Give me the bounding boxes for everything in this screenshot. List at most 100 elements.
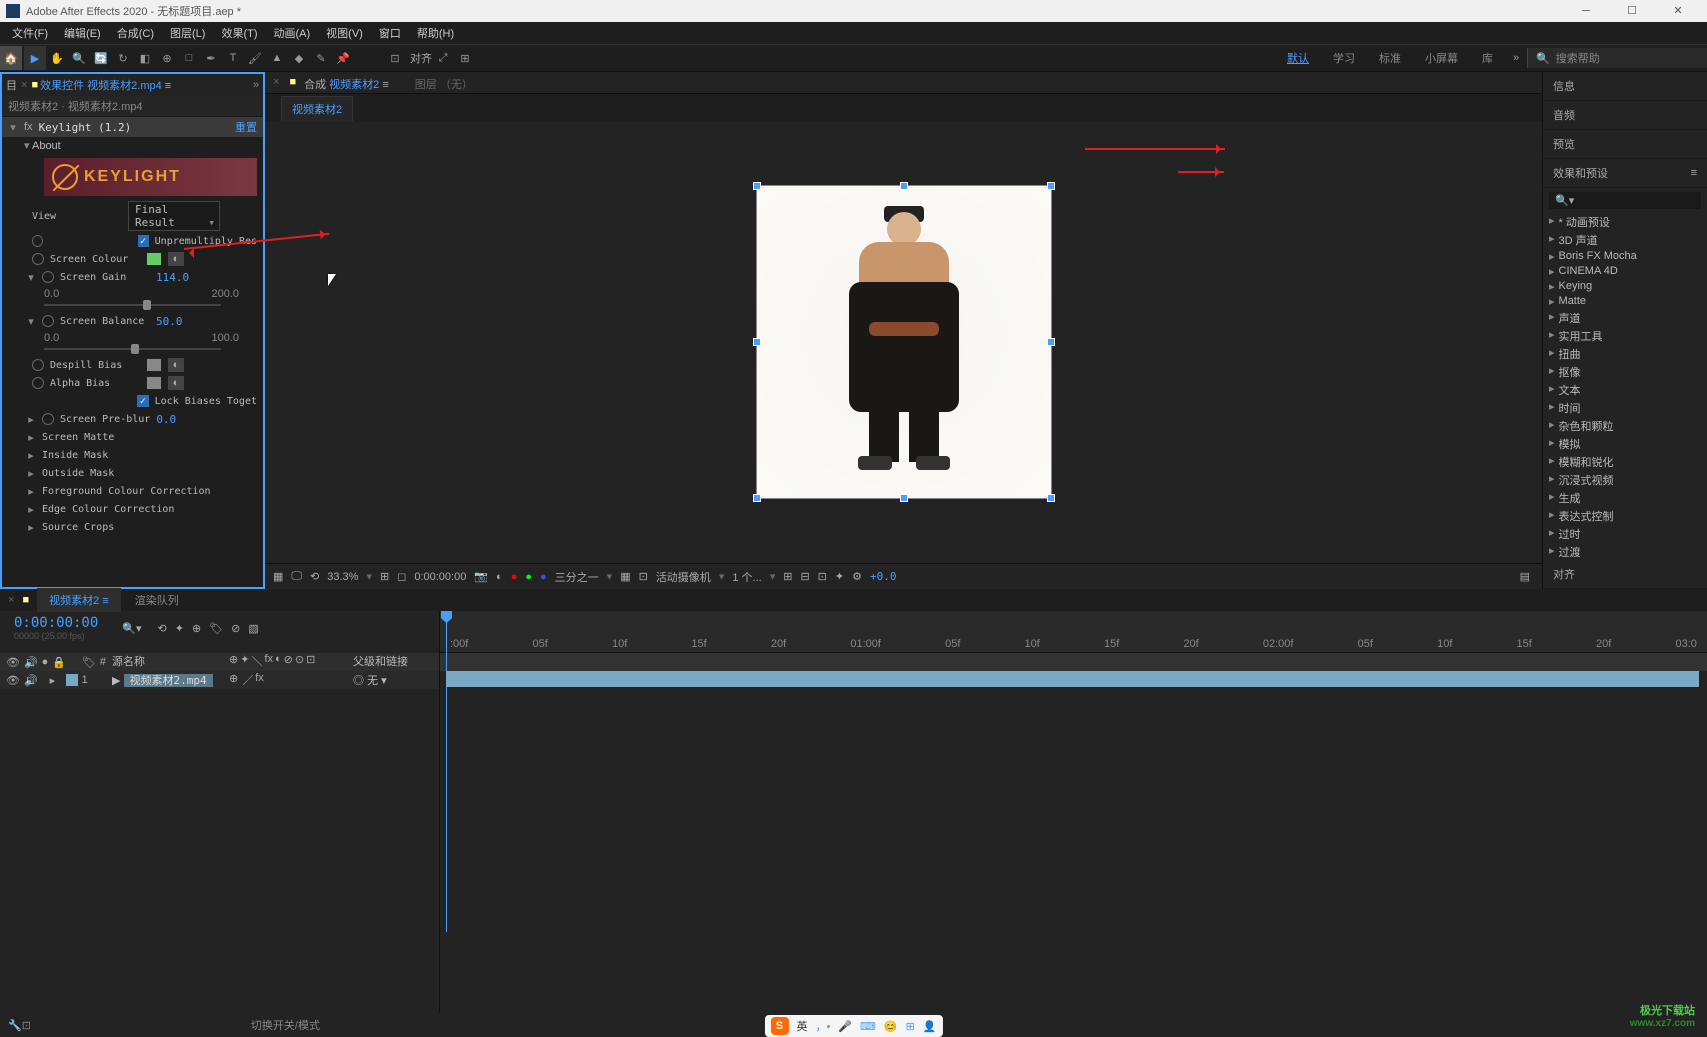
- resize-handle[interactable]: [900, 182, 908, 190]
- orbit-tool[interactable]: 🔄: [90, 46, 112, 70]
- exposure-value[interactable]: +0.0: [870, 570, 897, 583]
- workspace-small[interactable]: 小屏幕: [1413, 46, 1470, 70]
- snapshot-icon[interactable]: 📷: [474, 570, 488, 583]
- composition-viewer[interactable]: [265, 121, 1542, 563]
- stopwatch-icon[interactable]: [42, 413, 54, 425]
- stopwatch-icon[interactable]: [32, 377, 44, 389]
- audio-column-icon[interactable]: 🔊: [24, 656, 38, 669]
- screen-gain-slider[interactable]: [44, 300, 221, 310]
- parent-dropdown[interactable]: 无: [367, 675, 378, 687]
- menu-file[interactable]: 文件(F): [4, 25, 56, 41]
- ime-toolbar[interactable]: S 英 ，• 🎤 ⌨ 😊 ⊞ 👤: [764, 1015, 942, 1037]
- footer-icon[interactable]: ▦: [273, 570, 283, 583]
- panel-menu-icon[interactable]: ×: [265, 72, 287, 93]
- collapsed-property[interactable]: ▸Foreground Colour Correction: [20, 482, 263, 500]
- audio-panel-header[interactable]: 音频: [1543, 101, 1707, 130]
- tl-icon[interactable]: 🏷: [209, 622, 223, 635]
- footer-icon[interactable]: ▤: [1520, 570, 1530, 583]
- status-icon[interactable]: ⊡: [22, 1019, 31, 1032]
- maximize-button[interactable]: ☐: [1609, 0, 1655, 22]
- snap-icon[interactable]: ⊡: [384, 46, 406, 70]
- resolution-dropdown[interactable]: 三分之一: [555, 569, 599, 585]
- screen-balance-slider[interactable]: [44, 344, 221, 354]
- layer-tab[interactable]: 图层 （无）: [395, 72, 493, 93]
- workspace-learn[interactable]: 学习: [1321, 46, 1367, 70]
- screen-balance-value[interactable]: 50.0: [156, 315, 183, 328]
- collapsed-property[interactable]: ▸Outside Mask: [20, 464, 263, 482]
- comp-tab[interactable]: 合成 视频素材2 ≡: [298, 72, 395, 93]
- tl-icon[interactable]: ⊕: [192, 622, 201, 635]
- menu-edit[interactable]: 编辑(E): [56, 25, 109, 41]
- tl-icon[interactable]: ⟲: [158, 622, 167, 635]
- collapsed-property[interactable]: ▸Source Crops: [20, 518, 263, 536]
- eye-column-icon[interactable]: 👁: [6, 656, 20, 669]
- alpha-bias-swatch[interactable]: [146, 376, 162, 390]
- stopwatch-icon[interactable]: [32, 359, 44, 371]
- search-icon[interactable]: 🔍▾: [122, 622, 141, 635]
- panel-more-icon[interactable]: »: [253, 79, 259, 91]
- menu-effect[interactable]: 效果(T): [213, 25, 265, 41]
- preset-category[interactable]: ▸表达式控制: [1543, 507, 1707, 525]
- stopwatch-icon[interactable]: [42, 315, 54, 327]
- timeline-tracks[interactable]: [440, 671, 1707, 1013]
- effects-presets-header[interactable]: 效果和预设≡: [1543, 159, 1707, 188]
- workspace-lib[interactable]: 库: [1470, 46, 1505, 70]
- eyedropper-icon[interactable]: ◐: [168, 358, 184, 372]
- collapsed-property[interactable]: ▸Edge Colour Correction: [20, 500, 263, 518]
- solo-column-icon[interactable]: ●: [42, 656, 49, 668]
- rect-tool[interactable]: □: [178, 46, 200, 70]
- stamp-tool[interactable]: ▲: [266, 46, 288, 70]
- zoom-dropdown[interactable]: 33.3%: [327, 571, 358, 583]
- resize-handle[interactable]: [900, 494, 908, 502]
- ec-tab[interactable]: 效果控件 视频素材2.mp4 ≡: [40, 77, 171, 93]
- footer-icon[interactable]: ◻: [397, 570, 406, 583]
- preset-category[interactable]: ▸过时: [1543, 525, 1707, 543]
- footer-icon[interactable]: ⊞: [783, 570, 792, 583]
- workspace-more[interactable]: »: [1505, 46, 1527, 70]
- anchor-tool[interactable]: ⊕: [156, 46, 178, 70]
- source-name-header[interactable]: 源名称: [106, 653, 229, 671]
- brush-tool[interactable]: 🖌: [244, 46, 266, 70]
- menu-composition[interactable]: 合成(C): [109, 25, 162, 41]
- disclosure-icon[interactable]: ▾: [26, 315, 36, 328]
- panel-menu-icon[interactable]: ≡: [1691, 167, 1697, 179]
- screen-colour-swatch[interactable]: [146, 252, 162, 266]
- align-panel-header[interactable]: 对齐: [1543, 560, 1707, 589]
- home-button[interactable]: 🏠: [0, 46, 22, 70]
- tl-icon[interactable]: ✦: [175, 622, 184, 635]
- menu-layer[interactable]: 图层(L): [162, 25, 213, 41]
- text-tool[interactable]: T: [222, 46, 244, 70]
- preset-category[interactable]: ▸Keying: [1543, 279, 1707, 294]
- disclosure-icon[interactable]: ▸: [26, 413, 36, 426]
- footer-icon[interactable]: ⊞: [380, 570, 389, 583]
- menu-help[interactable]: 帮助(H): [409, 25, 462, 41]
- hand-tool[interactable]: ✋: [46, 46, 68, 70]
- effect-header[interactable]: ▾ fx Keylight (1.2) 重置: [2, 117, 263, 137]
- eyedropper-icon[interactable]: ◐: [168, 376, 184, 390]
- screen-gain-value[interactable]: 114.0: [156, 271, 189, 284]
- preset-category[interactable]: ▸过渡: [1543, 543, 1707, 560]
- layer-name[interactable]: 视频素材2.mp4: [124, 674, 213, 687]
- resize-handle[interactable]: [1047, 494, 1055, 502]
- audio-icon[interactable]: 🔊: [24, 674, 38, 687]
- preset-list[interactable]: ▸* 动画预设▸3D 声道▸Boris FX Mocha▸CINEMA 4D▸K…: [1543, 213, 1707, 560]
- parent-header[interactable]: 父级和链接: [349, 653, 439, 671]
- preset-search[interactable]: 🔍▾: [1549, 192, 1701, 209]
- footer-icon[interactable]: ▦: [620, 570, 630, 583]
- timecode[interactable]: 0:00:00:00: [14, 615, 98, 631]
- footer-icon[interactable]: ⟲: [310, 570, 319, 583]
- preview-panel-header[interactable]: 预览: [1543, 130, 1707, 159]
- preset-category[interactable]: ▸CINEMA 4D: [1543, 264, 1707, 279]
- resize-handle[interactable]: [753, 494, 761, 502]
- time-display[interactable]: 0:00:00:00: [414, 571, 466, 583]
- resize-handle[interactable]: [753, 338, 761, 346]
- eyedropper-icon[interactable]: ◐: [168, 252, 184, 266]
- about-label[interactable]: About: [32, 140, 61, 152]
- menu-animation[interactable]: 动画(A): [266, 25, 319, 41]
- despill-swatch[interactable]: [146, 358, 162, 372]
- snap-opt[interactable]: ⤢: [432, 46, 454, 70]
- preset-category[interactable]: ▸时间: [1543, 399, 1707, 417]
- collapsed-property[interactable]: ▸Screen Matte: [20, 428, 263, 446]
- tl-icon[interactable]: ▧: [248, 622, 258, 635]
- preset-category[interactable]: ▸模糊和锐化: [1543, 453, 1707, 471]
